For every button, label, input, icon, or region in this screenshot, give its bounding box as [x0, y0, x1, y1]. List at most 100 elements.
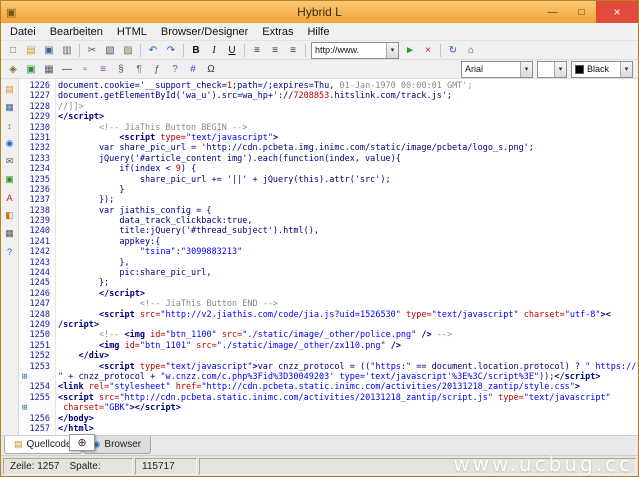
color-picker-icon[interactable]: ◧: [2, 208, 18, 223]
code-line[interactable]: </html>: [58, 424, 638, 434]
hr-icon[interactable]: —: [58, 61, 76, 78]
form-icon[interactable]: ▫: [76, 61, 94, 78]
code-line[interactable]: <script type="text/javascript">: [58, 133, 638, 143]
list-icon[interactable]: ≡: [94, 61, 112, 78]
code-line[interactable]: <script type="text/javascript">var cnzz_…: [58, 362, 638, 372]
code-line[interactable]: }: [58, 185, 638, 195]
font-combo-value: Arial: [462, 64, 520, 74]
php-icon[interactable]: ?: [166, 61, 184, 78]
code-line[interactable]: appkey:{: [58, 237, 638, 247]
open-folder-icon[interactable]: ▤: [22, 42, 40, 59]
code-line[interactable]: </script>: [58, 289, 638, 299]
code-line[interactable]: </div>: [58, 351, 638, 361]
anchor-icon[interactable]: §: [112, 61, 130, 78]
chevron-down-icon[interactable]: ▾: [520, 62, 532, 77]
copy-icon[interactable]: ▧: [101, 42, 119, 59]
menu-item-extras[interactable]: Extras: [255, 25, 300, 39]
redo-icon[interactable]: ↷: [162, 42, 180, 59]
code-line[interactable]: <link rel="stylesheet" href="http://cdn.…: [58, 382, 638, 392]
align-right-icon[interactable]: ≡: [284, 42, 302, 59]
font-size-combo[interactable]: ▾: [537, 61, 567, 78]
go-button[interactable]: ►: [401, 42, 419, 59]
code-line[interactable]: document.getElementById('wa_u').src=wa_h…: [58, 91, 638, 101]
code-line[interactable]: if(index < 9) {: [58, 164, 638, 174]
minimize-button[interactable]: —: [538, 1, 567, 23]
code-line[interactable]: title:jQuery('#thread_subject').html(),: [58, 226, 638, 236]
table-insert-icon[interactable]: ▦: [2, 226, 18, 241]
file-browser-icon[interactable]: ▦: [2, 100, 18, 115]
menu-item-datei[interactable]: Datei: [3, 25, 43, 39]
code-line[interactable]: document.cookie='__support_check=1;path=…: [58, 81, 638, 91]
menu-item-browser-designer[interactable]: Browser/Designer: [154, 25, 255, 39]
globe-icon[interactable]: ◉: [2, 136, 18, 151]
help-icon[interactable]: ?: [2, 244, 18, 259]
code-line[interactable]: });: [58, 195, 638, 205]
status-charcount: 115717: [135, 458, 197, 475]
code-line[interactable]: },: [58, 258, 638, 268]
code-line[interactable]: jQuery('#article_content img').each(func…: [58, 154, 638, 164]
close-button[interactable]: ×: [596, 1, 638, 23]
print-icon[interactable]: ▥: [58, 42, 76, 59]
ftp-icon[interactable]: ↕: [2, 118, 18, 133]
align-left-icon[interactable]: ≡: [248, 42, 266, 59]
code-line[interactable]: <!-- <img id="btn_1100" src="./static/im…: [58, 330, 638, 340]
code-line[interactable]: };: [58, 278, 638, 288]
align-center-icon[interactable]: ≡: [266, 42, 284, 59]
code-line[interactable]: data_track_clickback:true,: [58, 216, 638, 226]
cut-icon[interactable]: ✂: [83, 42, 101, 59]
code-line[interactable]: var share_pic_url = 'http://cdn.pcbeta.i…: [58, 143, 638, 153]
image-insert-icon[interactable]: ▣: [2, 172, 18, 187]
mail-icon[interactable]: ✉: [2, 154, 18, 169]
url-combo[interactable]: http://www.▾: [311, 42, 399, 59]
color-combo[interactable]: Black▾: [571, 61, 633, 78]
code-line[interactable]: </body>: [58, 414, 638, 424]
save-icon[interactable]: ▣: [40, 42, 58, 59]
chevron-down-icon[interactable]: ▾: [386, 43, 398, 58]
refresh-icon[interactable]: ↻: [444, 42, 462, 59]
bold-button[interactable]: B: [187, 42, 205, 59]
undo-icon[interactable]: ↶: [144, 42, 162, 59]
code-line[interactable]: </script>: [58, 112, 638, 122]
chevron-down-icon[interactable]: ▾: [620, 62, 632, 77]
home-icon[interactable]: ⌂: [462, 42, 480, 59]
link-icon[interactable]: ◈: [4, 61, 22, 78]
code-line[interactable]: charset="GBK"></script>: [58, 403, 638, 413]
font-combo[interactable]: Arial▾: [461, 61, 533, 78]
code-area[interactable]: document.cookie='__support_check=1;path=…: [56, 79, 638, 435]
code-line[interactable]: <!-- JiaThis Button BEGIN -->: [58, 123, 638, 133]
code-line[interactable]: <script src="http://cdn.pcbeta.static.in…: [58, 393, 638, 403]
code-line[interactable]: /script>: [58, 320, 638, 330]
stop-button[interactable]: ×: [419, 42, 437, 59]
code-line[interactable]: //]]>: [58, 102, 638, 112]
comment-icon[interactable]: ¶: [130, 61, 148, 78]
menu-item-html[interactable]: HTML: [110, 25, 154, 39]
code-line[interactable]: <img id="btn_1101" src="./static/image/_…: [58, 341, 638, 351]
font-icon[interactable]: A: [2, 190, 18, 205]
underline-button[interactable]: U: [223, 42, 241, 59]
new-file-icon[interactable]: □: [4, 42, 22, 59]
code-line[interactable]: "tsina":"3099883213": [58, 247, 638, 257]
italic-button[interactable]: I: [205, 42, 223, 59]
source-code-icon: ▤: [14, 439, 23, 450]
menu-item-bearbeiten[interactable]: Bearbeiten: [43, 25, 110, 39]
image-icon[interactable]: ▣: [22, 61, 40, 78]
code-editor[interactable]: 1226122712281229123012311232123312341235…: [19, 79, 638, 435]
paste-icon[interactable]: ▨: [119, 42, 137, 59]
code-line[interactable]: " + cnzz_protocol + "w.cnzz.com/c.php%3F…: [58, 372, 638, 382]
code-line[interactable]: pic:share_pic_url,: [58, 268, 638, 278]
title-bar[interactable]: ▣ Hybrid L — □ ×: [1, 1, 638, 23]
menu-item-hilfe[interactable]: Hilfe: [300, 25, 336, 39]
css-icon[interactable]: #: [184, 61, 202, 78]
special-char-icon[interactable]: Ω: [202, 61, 220, 78]
code-line[interactable]: share_pic_url += '||' + jQuery(this).att…: [58, 175, 638, 185]
code-line[interactable]: <script src="http://v2.jiathis.com/code/…: [58, 310, 638, 320]
table-icon[interactable]: ▦: [40, 61, 58, 78]
maximize-button[interactable]: □: [567, 1, 596, 23]
app-window: ▣ Hybrid L — □ × DateiBearbeitenHTMLBrow…: [0, 0, 639, 477]
chevron-down-icon[interactable]: ▾: [554, 62, 566, 77]
project-panel-icon[interactable]: ▤: [2, 82, 18, 97]
line-number: 1252: [19, 351, 55, 361]
script-icon[interactable]: ƒ: [148, 61, 166, 78]
code-line[interactable]: <!-- JiaThis Button END -->: [58, 299, 638, 309]
code-line[interactable]: var jiathis_config = {: [58, 206, 638, 216]
